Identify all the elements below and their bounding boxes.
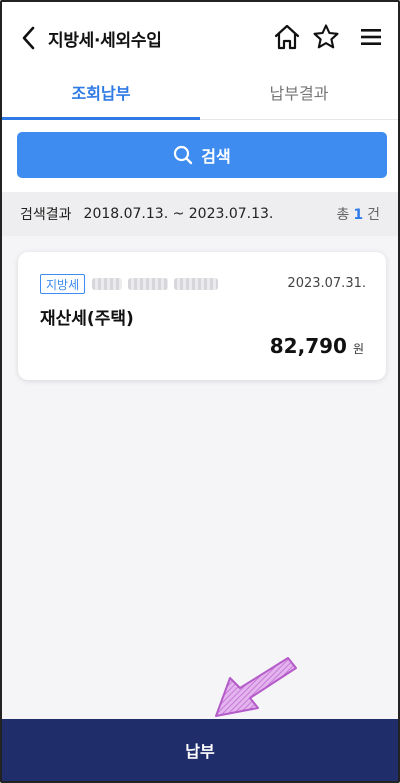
result-summary-bar: 검색결과 2018.07.13. ~ 2023.07.13. 총1건 (2, 192, 398, 236)
result-label: 검색결과 (20, 207, 72, 223)
redacted-text (92, 276, 224, 292)
app-screen: 지방세·세외수입 조회납부 납부결과 검색 검색결과 2018.07.13. ~… (0, 0, 400, 783)
menu-button[interactable] (356, 22, 386, 52)
result-count-suffix: 건 (367, 207, 380, 223)
tab-bar: 조회납부 납부결과 (2, 72, 398, 120)
annotation-arrow-icon (215, 657, 297, 717)
tax-type-badge: 지방세 (40, 274, 86, 294)
result-date-range: 2018.07.13. ~ 2023.07.13. (83, 206, 274, 222)
result-count-number: 1 (353, 207, 364, 223)
search-button-label: 검색 (201, 147, 231, 166)
tax-item-card[interactable]: 지방세 2023.07.31. 재산세(주택) 82,790 원 (18, 252, 386, 380)
tax-item-title: 재산세(주택) (40, 309, 134, 329)
amount-value: 82,790 (269, 334, 347, 358)
search-area: 검색 (2, 120, 398, 192)
tab-inquiry-payment[interactable]: 조회납부 (2, 72, 200, 120)
amount: 82,790 원 (270, 334, 364, 358)
result-count: 총1건 (336, 204, 380, 224)
hamburger-menu-icon (361, 29, 381, 45)
amount-unit: 원 (352, 342, 364, 356)
app-header: 지방세·세외수입 (2, 2, 398, 72)
tab-payment-result[interactable]: 납부결과 (200, 72, 398, 119)
result-count-prefix: 총 (336, 207, 350, 223)
back-button[interactable] (16, 24, 40, 52)
star-icon (313, 24, 339, 49)
due-date: 2023.07.31. (287, 276, 366, 291)
page-title: 지방세·세외수입 (48, 31, 162, 51)
favorite-button[interactable] (311, 22, 341, 52)
home-button[interactable] (272, 22, 302, 52)
home-icon (274, 24, 300, 50)
search-icon (174, 145, 193, 165)
search-button[interactable]: 검색 (17, 132, 387, 178)
chevron-left-icon (22, 26, 35, 50)
pay-button[interactable]: 납부 (2, 719, 398, 781)
